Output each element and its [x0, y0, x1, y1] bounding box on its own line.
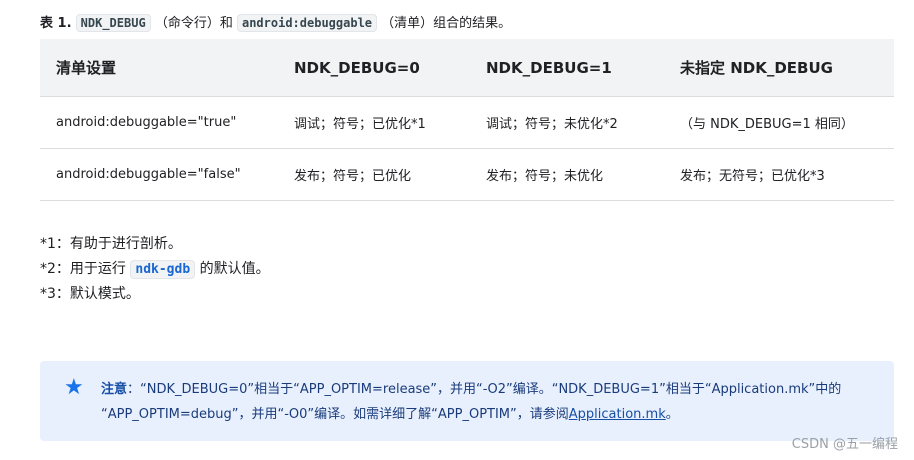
footnotes: *1：有助于进行剖析。 *2：用于运行 ndk-gdb 的默认值。 *3：默认模… [40, 232, 270, 307]
note-callout: ★ 注意：“NDK_DEBUG=0”相当于“APP_OPTIM=release”… [40, 361, 894, 441]
table-row: android:debuggable="false" 发布；符号；已优化 发布；… [40, 148, 894, 201]
table-cell: 调试；符号；已优化*1 [278, 96, 470, 149]
application-mk-link[interactable]: Application.mk [569, 407, 666, 422]
header-ndk-debug-unspecified: 未指定 NDK_DEBUG [664, 39, 894, 97]
callout-end: 。 [665, 407, 679, 422]
footnote-2: *2：用于运行 ndk-gdb 的默认值。 [40, 257, 270, 282]
footnote-1: *1：有助于进行剖析。 [40, 236, 182, 252]
caption-label: 表 1. [40, 16, 72, 31]
table-cell: 发布；符号；已优化 [278, 148, 470, 201]
table-cell: 调试；符号；未优化*2 [470, 96, 664, 149]
callout-text: 注意：“NDK_DEBUG=0”相当于“APP_OPTIM=release”，并… [101, 377, 881, 427]
watermark: CSDN @五一编程 [791, 437, 898, 452]
footnote-3: *3：默认模式。 [40, 286, 140, 302]
header-manifest-setting: 清单设置 [40, 39, 278, 97]
caption-text-2: （清单）组合的结果。 [381, 16, 512, 31]
footnote-2-code: ndk-gdb [130, 260, 196, 279]
callout-line-1: ：“NDK_DEBUG=0”相当于“APP_OPTIM=release”，并用“… [127, 382, 842, 397]
results-table: 清单设置 NDK_DEBUG=0 NDK_DEBUG=1 未指定 NDK_DEB… [40, 39, 894, 201]
star-icon: ★ [64, 375, 84, 400]
caption-text-1: （命令行）和 [154, 16, 233, 31]
header-ndk-debug-0: NDK_DEBUG=0 [278, 39, 470, 97]
table-caption: 表 1. NDK_DEBUG （命令行）和 android:debuggable… [40, 12, 511, 35]
table-header-row: 清单设置 NDK_DEBUG=0 NDK_DEBUG=1 未指定 NDK_DEB… [40, 39, 894, 97]
footnote-2-prefix: *2：用于运行 [40, 261, 126, 277]
table-cell: 发布；符号；未优化 [470, 148, 664, 201]
footnote-2-suffix: 的默认值。 [199, 261, 270, 277]
callout-line-2: “APP_OPTIM=debug”，并用“-O0”编译。如需详细了解“APP_O… [101, 407, 569, 422]
caption-code-ndk-debug: NDK_DEBUG [75, 14, 151, 32]
header-ndk-debug-1: NDK_DEBUG=1 [470, 39, 664, 97]
table-cell: 发布；无符号；已优化*3 [664, 148, 894, 201]
table-cell: android:debuggable="true" [40, 96, 278, 149]
caption-code-debuggable: android:debuggable [236, 14, 378, 32]
table-row: android:debuggable="true" 调试；符号；已优化*1 调试… [40, 96, 894, 149]
table-cell: （与 NDK_DEBUG=1 相同） [664, 96, 894, 149]
callout-label: 注意 [101, 382, 128, 397]
table-cell: android:debuggable="false" [40, 148, 278, 201]
